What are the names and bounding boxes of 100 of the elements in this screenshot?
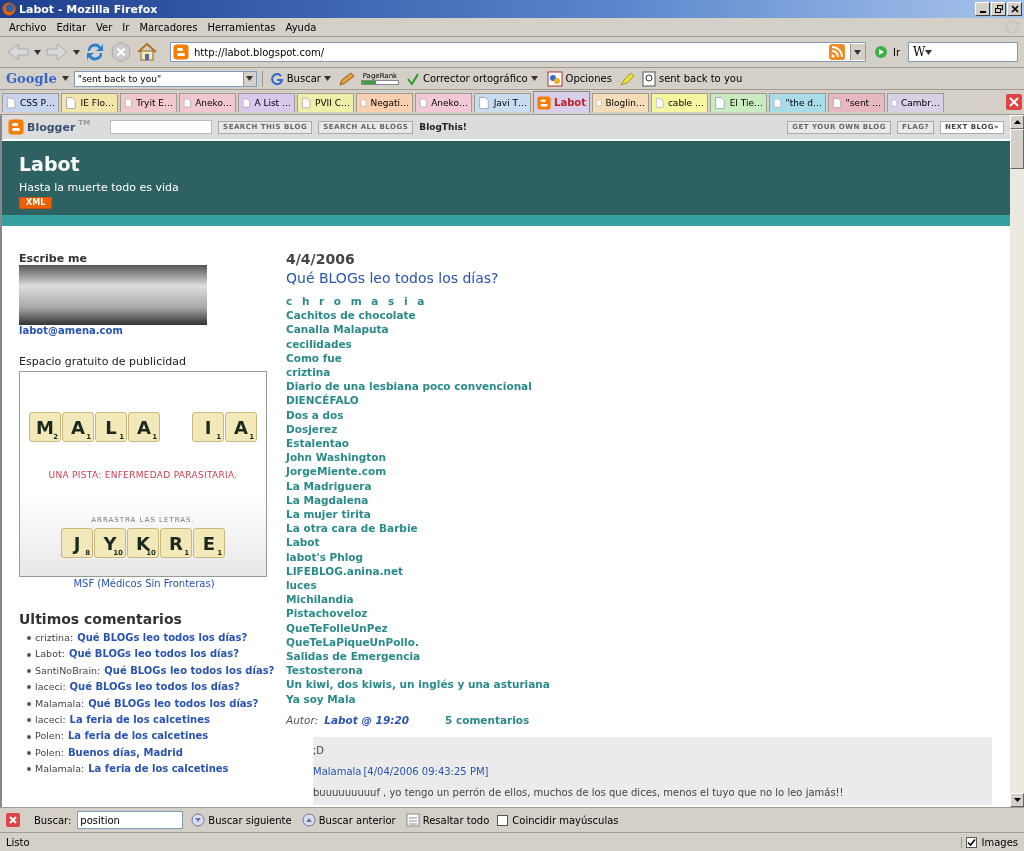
home-icon[interactable]	[136, 41, 158, 63]
browser-tab[interactable]: A List …	[238, 92, 295, 112]
firefox-icon[interactable]	[2, 2, 16, 16]
post-link[interactable]: Qué BLOGs leo todos los días?	[88, 695, 259, 713]
email-link[interactable]: labot@amena.com	[19, 325, 123, 336]
search-button[interactable]: Buscar	[267, 71, 333, 86]
blog-link[interactable]: Dos a dos	[286, 407, 344, 422]
blog-link[interactable]: John Washington	[286, 450, 387, 465]
menu-item[interactable]: Editar	[51, 21, 91, 33]
blog-link[interactable]: Canalla Malaputa	[286, 322, 389, 337]
blog-link[interactable]: c h r o m a s i a	[286, 294, 428, 309]
caret-icon[interactable]	[530, 76, 538, 81]
blog-link[interactable]: Estalentao	[286, 436, 350, 451]
page-icon[interactable]	[478, 94, 491, 111]
blog-link[interactable]: Ya soy Mala	[286, 691, 356, 706]
blog-link[interactable]: LIFEBLOG.anina.net	[286, 563, 404, 579]
blogger-icon[interactable]	[537, 94, 552, 111]
search-field[interactable]	[110, 120, 213, 134]
blog-link[interactable]: Cachitos de chocolate	[286, 308, 416, 323]
caret-icon[interactable]	[246, 76, 254, 81]
blog-link[interactable]: Como fue	[286, 350, 342, 365]
scroll-thumb[interactable]	[1010, 129, 1024, 169]
browser-tab[interactable]: Negati…	[356, 92, 413, 112]
search-term-button[interactable]: sent back to you	[639, 70, 745, 87]
post-link[interactable]: Qué BLOGs leo todos los días?	[77, 630, 248, 647]
caret-icon[interactable]	[925, 49, 933, 55]
blog-link[interactable]: La Madriguera	[286, 478, 372, 493]
browser-tab[interactable]: Labot	[533, 91, 590, 113]
find-previous-button[interactable]: Buscar anterior	[299, 813, 398, 827]
play-icon[interactable]	[873, 45, 888, 59]
find-field[interactable]: position	[77, 811, 184, 829]
dropdown-button[interactable]	[849, 44, 865, 60]
browser-tab[interactable]: PVII C…	[297, 92, 354, 112]
find-next-button[interactable]: Buscar siguiente	[189, 813, 294, 827]
menu-item[interactable]: Ver	[91, 21, 118, 33]
menu-item[interactable]: Ir	[117, 21, 135, 33]
post-link[interactable]: Qué BLOGs leo todos los días?	[68, 646, 240, 663]
post-link[interactable]: La feria de los calcetines	[88, 761, 229, 778]
browser-tab[interactable]: Bloglin…	[592, 92, 649, 112]
blog-title[interactable]: Labot	[19, 153, 993, 175]
blog-link[interactable]: cecilidades	[286, 336, 352, 351]
blog-link[interactable]: Diario de una lesbiana poco convencional	[286, 379, 532, 394]
browser-tab[interactable]: IE Flo…	[61, 92, 118, 112]
blog-link[interactable]: Pistachoveloz	[286, 606, 368, 621]
browser-tab[interactable]: Cambr…	[887, 92, 944, 112]
comments-link[interactable]: 5 comentarios	[445, 713, 530, 726]
scrollbar[interactable]	[1010, 115, 1024, 807]
page-icon[interactable]	[714, 94, 727, 111]
blog-link[interactable]: labot's Phlog	[286, 549, 364, 564]
menu-item[interactable]: Herramientas	[202, 21, 281, 33]
scroll-up-button[interactable]	[1010, 115, 1024, 129]
blogger-icon[interactable]	[173, 44, 189, 60]
list-icon[interactable]	[405, 813, 420, 827]
blogthis-link[interactable]: BlogThis!	[419, 122, 467, 132]
browser-tab[interactable]: Tryit E…	[120, 92, 177, 112]
blog-link[interactable]: JorgeMiente.com	[286, 464, 387, 479]
blog-link[interactable]: Un kiwi, dos kiwis, un inglés y una asturiana	[286, 677, 550, 692]
blog-link[interactable]: QueTeLaPiqueUnPollo.	[286, 634, 419, 650]
blog-link[interactable]: La otra cara de Barbie	[286, 521, 418, 536]
browser-tab[interactable]: Javi T…	[474, 92, 531, 112]
dropdown-arrow-icon[interactable]	[73, 49, 80, 55]
search-field[interactable]: "sent back to you"	[73, 70, 257, 87]
page-icon[interactable]	[65, 94, 78, 111]
dropdown-arrow-icon[interactable]	[61, 76, 69, 81]
blog-link[interactable]: QueTeFolleUnPez	[286, 620, 388, 635]
post-link[interactable]: Qué BLOGs leo todos los días?	[104, 662, 275, 680]
google-g-icon[interactable]	[269, 71, 284, 86]
browser-tab[interactable]: El Tie…	[710, 92, 767, 112]
post-link[interactable]: La feria de los calcetines	[69, 712, 210, 729]
caret-icon[interactable]	[323, 76, 331, 81]
spellcheck-button[interactable]: Corrector ortográfico	[403, 71, 540, 86]
post-title[interactable]: Qué BLOGs leo todos los días?	[286, 270, 499, 286]
settings-icon[interactable]	[546, 70, 563, 87]
blogger-icon[interactable]	[8, 119, 24, 135]
commenter-link[interactable]: Malamala	[313, 765, 362, 777]
blog-link[interactable]: La Magdalena	[286, 492, 369, 508]
post-link[interactable]: La feria de los calcetines	[67, 728, 209, 745]
blog-link[interactable]: Michilandia	[286, 592, 354, 607]
ad-link[interactable]: MSF (Médicos Sin Fronteras)	[73, 578, 215, 589]
blog-link[interactable]: luces	[286, 578, 317, 593]
checkbox[interactable]	[497, 814, 509, 826]
magnifier-icon[interactable]	[641, 70, 656, 87]
blog-link[interactable]: DIENCÉFALO	[286, 393, 359, 408]
post-link[interactable]: Qué BLOGs leo todos los días?	[69, 679, 240, 696]
options-button[interactable]: Opciones	[544, 70, 614, 87]
menu-item[interactable]: Ayuda	[280, 21, 322, 33]
scroll-down-button[interactable]	[1010, 793, 1024, 807]
browser-tab[interactable]: Aneko…	[415, 92, 472, 112]
author-link[interactable]: Labot @ 19:20	[324, 713, 409, 726]
browser-tab[interactable]: Aneko…	[179, 92, 236, 112]
dropdown-arrow-icon[interactable]	[34, 49, 41, 55]
blog-link[interactable]: La mujer tirita	[286, 507, 371, 522]
menu-item[interactable]: Archivo	[4, 21, 52, 33]
dropdown-button[interactable]	[242, 71, 256, 86]
blog-link[interactable]: Testosterona	[286, 663, 363, 678]
menu-item[interactable]: Marcadores	[134, 21, 203, 33]
highlight-all-button[interactable]: Resaltar todo	[403, 813, 492, 827]
blog-link[interactable]: Salidas de Emergencia	[286, 649, 421, 664]
post-link[interactable]: Buenos días, Madrid	[67, 744, 183, 762]
checkmark-icon[interactable]	[405, 71, 420, 86]
